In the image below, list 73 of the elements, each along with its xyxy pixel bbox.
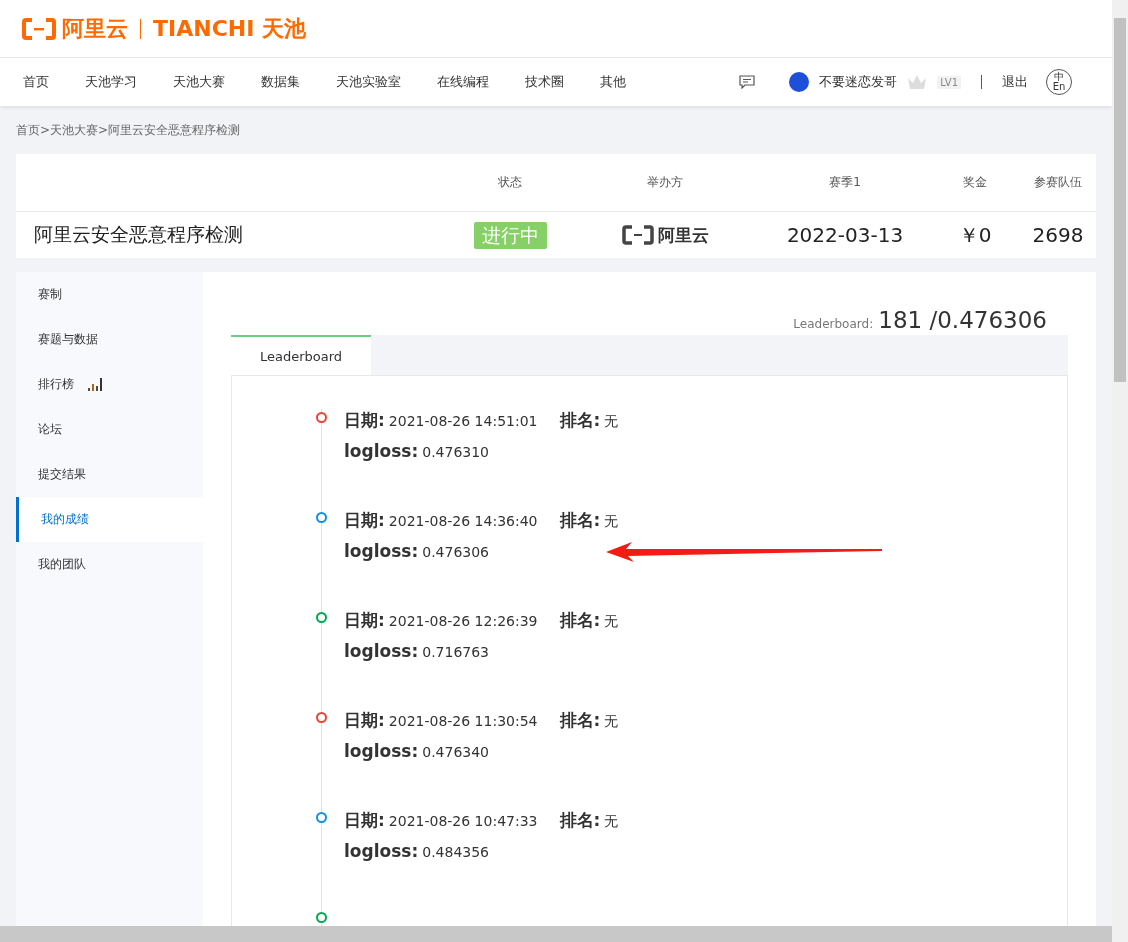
sidebar-item[interactable]: 赛题与数据: [16, 317, 203, 362]
column-header: 赛季1: [829, 174, 861, 191]
score-value: 0.476340: [422, 744, 490, 760]
logo-icon: [22, 17, 56, 40]
nav-link[interactable]: 天池实验室: [336, 73, 401, 91]
score-value: 181 /0.476306: [878, 307, 1047, 333]
breadcrumb: 首页>天池大赛>阿里云安全恶意程序检测: [16, 123, 241, 137]
field-label: logloss:: [344, 641, 419, 661]
logo-text: TIANCHI 天池: [153, 14, 307, 43]
season-date: 2022-03-13: [786, 223, 904, 247]
rank-value: 无: [604, 413, 619, 431]
sidebar-item[interactable]: 论坛: [16, 407, 203, 452]
field-label: 日期:: [344, 809, 385, 832]
field-label: 日期:: [344, 409, 385, 432]
nav-link[interactable]: 其他: [600, 73, 626, 91]
field-label: 排名:: [559, 509, 601, 532]
rank-value: 无: [604, 813, 619, 831]
field-label: logloss:: [344, 441, 419, 461]
avatar[interactable]: [789, 72, 810, 92]
rank-value: 无: [604, 513, 619, 531]
competition-title: 阿里云安全恶意程序检测: [34, 222, 243, 247]
submission-date: 2021-08-26 10:47:33: [388, 813, 538, 829]
organizer-name: 阿里云: [657, 223, 709, 247]
logout-link[interactable]: 退出: [1002, 73, 1028, 91]
logo-text: 阿里云: [62, 14, 128, 43]
nav-link[interactable]: 天池大赛: [173, 73, 225, 91]
field-label: logloss:: [344, 541, 419, 561]
sidebar-item[interactable]: 赛制: [16, 272, 203, 317]
horizontal-scrollbar[interactable]: [0, 926, 1112, 942]
sidebar-item[interactable]: 排行榜: [16, 362, 203, 407]
nav-link[interactable]: 技术圈: [525, 73, 564, 91]
submission-date: 2021-08-26 11:30:54: [388, 713, 538, 729]
vertical-scrollbar[interactable]: [1112, 0, 1128, 942]
level-badge: LV1: [937, 75, 961, 89]
nav-link[interactable]: 首页: [23, 73, 49, 91]
field-label: logloss:: [344, 841, 419, 861]
sidebar-item[interactable]: 提交结果: [16, 452, 203, 497]
score-value: 0.476310: [422, 444, 490, 460]
column-header: 奖金: [963, 174, 987, 191]
rank-value: 无: [604, 713, 619, 731]
field-label: 排名:: [559, 809, 601, 832]
organizer-logo-icon: [621, 225, 654, 245]
score-label: Leaderboard:: [793, 317, 874, 331]
column-header: 状态: [498, 174, 522, 191]
field-label: 排名:: [559, 609, 601, 632]
sidebar-item[interactable]: 我的成绩: [16, 497, 203, 542]
message-icon[interactable]: [739, 75, 756, 89]
field-label: 日期:: [344, 609, 385, 632]
column-header: 参赛队伍: [1034, 174, 1082, 191]
nav-link[interactable]: 数据集: [261, 73, 300, 91]
status-badge: 进行中: [473, 221, 547, 249]
sidebar-item[interactable]: 我的团队: [16, 542, 203, 587]
score-value: 0.476306: [422, 544, 490, 560]
field-label: 日期:: [344, 509, 385, 532]
submission-date: 2021-08-26 14:51:01: [388, 413, 538, 429]
submission-date: 2021-08-26 12:26:39: [388, 613, 538, 629]
user-name[interactable]: 不要迷恋发哥: [819, 73, 898, 91]
field-label: logloss:: [344, 741, 419, 761]
tab[interactable]: Leaderboard: [231, 335, 372, 375]
submission-date: 2021-08-26 14:36:40: [388, 513, 538, 529]
nav-link[interactable]: 天池学习: [85, 73, 137, 91]
column-header: 举办方: [647, 174, 683, 191]
rank-value: 无: [604, 613, 619, 631]
score-value: 0.716763: [422, 644, 490, 660]
bar-chart-icon: [88, 378, 102, 391]
team-count: 2698: [1032, 223, 1084, 247]
field-label: 日期:: [344, 709, 385, 732]
nav-link[interactable]: 在线编程: [437, 73, 489, 91]
field-label: 排名:: [559, 709, 601, 732]
prize-amount: ￥0: [958, 221, 992, 249]
score-value: 0.484356: [422, 844, 490, 860]
crown-icon: [907, 74, 928, 90]
field-label: 排名:: [559, 409, 601, 432]
